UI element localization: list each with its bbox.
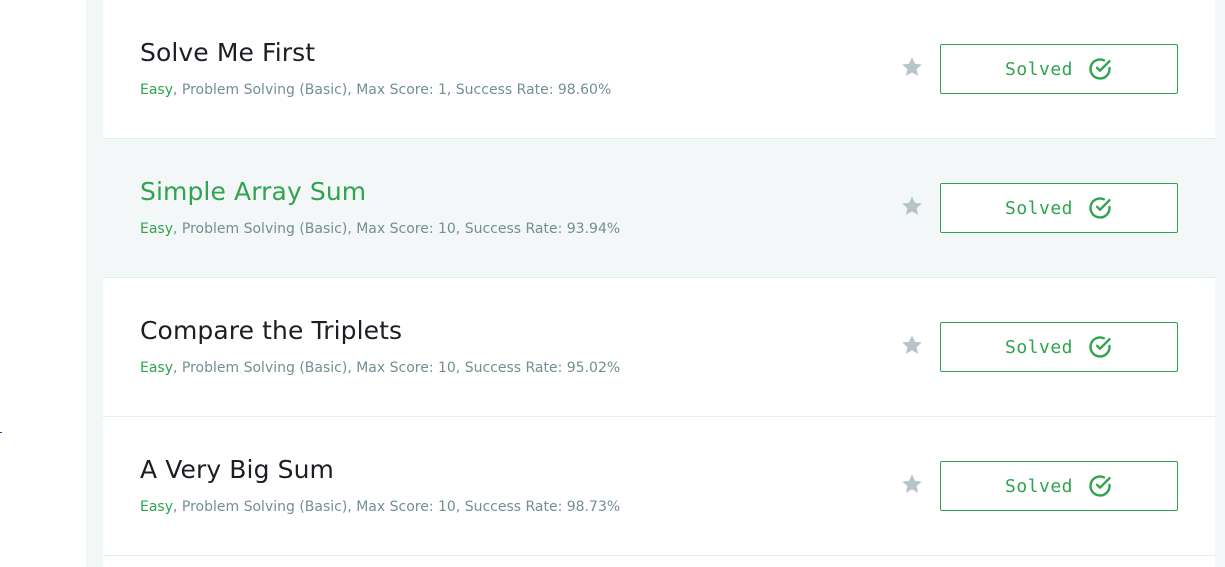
challenge-card[interactable]: A Very Big Sum Easy, Problem Solving (Ba… — [103, 417, 1215, 556]
challenge-details: , Problem Solving (Basic), Max Score: 10… — [173, 360, 621, 376]
challenge-details: , Problem Solving (Basic), Max Score: 10… — [173, 499, 621, 515]
solved-button[interactable]: Solved — [940, 44, 1178, 94]
difficulty-label: Easy — [140, 499, 174, 515]
challenge-meta: Easy, Problem Solving (Basic), Max Score… — [140, 221, 620, 237]
left-panel — [0, 0, 86, 567]
check-circle-icon — [1089, 58, 1111, 80]
challenge-details: , Problem Solving (Basic), Max Score: 10… — [173, 221, 621, 237]
challenge-title[interactable]: Compare the Triplets — [140, 316, 402, 345]
solved-button[interactable]: Solved — [940, 183, 1178, 233]
star-icon[interactable] — [900, 194, 924, 218]
challenge-details: , Problem Solving (Basic), Max Score: 1,… — [173, 82, 612, 98]
challenge-list: Solve Me First Easy, Problem Solving (Ba… — [103, 0, 1215, 567]
challenge-card[interactable]: Simple Array Sum Easy, Problem Solving (… — [103, 139, 1215, 278]
difficulty-label: Easy — [140, 221, 174, 237]
solved-label: Solved — [1004, 336, 1074, 358]
solved-button[interactable]: Solved — [940, 322, 1178, 372]
challenge-meta: Easy, Problem Solving (Basic), Max Score… — [140, 82, 611, 98]
left-gutter — [86, 0, 103, 567]
page: Solve Me First Easy, Problem Solving (Ba… — [0, 0, 1225, 567]
star-icon[interactable] — [900, 55, 924, 79]
challenge-card[interactable]: Compare the Triplets Easy, Problem Solvi… — [103, 278, 1215, 417]
solved-label: Solved — [1004, 58, 1074, 80]
challenge-card[interactable]: Solve Me First Easy, Problem Solving (Ba… — [103, 0, 1215, 139]
check-circle-icon — [1089, 475, 1111, 497]
challenge-meta: Easy, Problem Solving (Basic), Max Score… — [140, 360, 620, 376]
difficulty-label: Easy — [140, 360, 174, 376]
challenge-title[interactable]: Simple Array Sum — [140, 177, 366, 206]
difficulty-label: Easy — [140, 82, 174, 98]
challenge-title[interactable]: A Very Big Sum — [140, 455, 334, 484]
challenge-title[interactable]: Solve Me First — [140, 38, 315, 67]
star-icon[interactable] — [900, 333, 924, 357]
challenge-meta: Easy, Problem Solving (Basic), Max Score… — [140, 499, 620, 515]
solved-button[interactable]: Solved — [940, 461, 1178, 511]
check-circle-icon — [1089, 336, 1111, 358]
star-icon[interactable] — [900, 472, 924, 496]
solved-label: Solved — [1004, 197, 1074, 219]
check-circle-icon — [1089, 197, 1111, 219]
right-gutter — [1215, 0, 1225, 567]
stray-mark — [0, 432, 2, 433]
solved-label: Solved — [1004, 475, 1074, 497]
